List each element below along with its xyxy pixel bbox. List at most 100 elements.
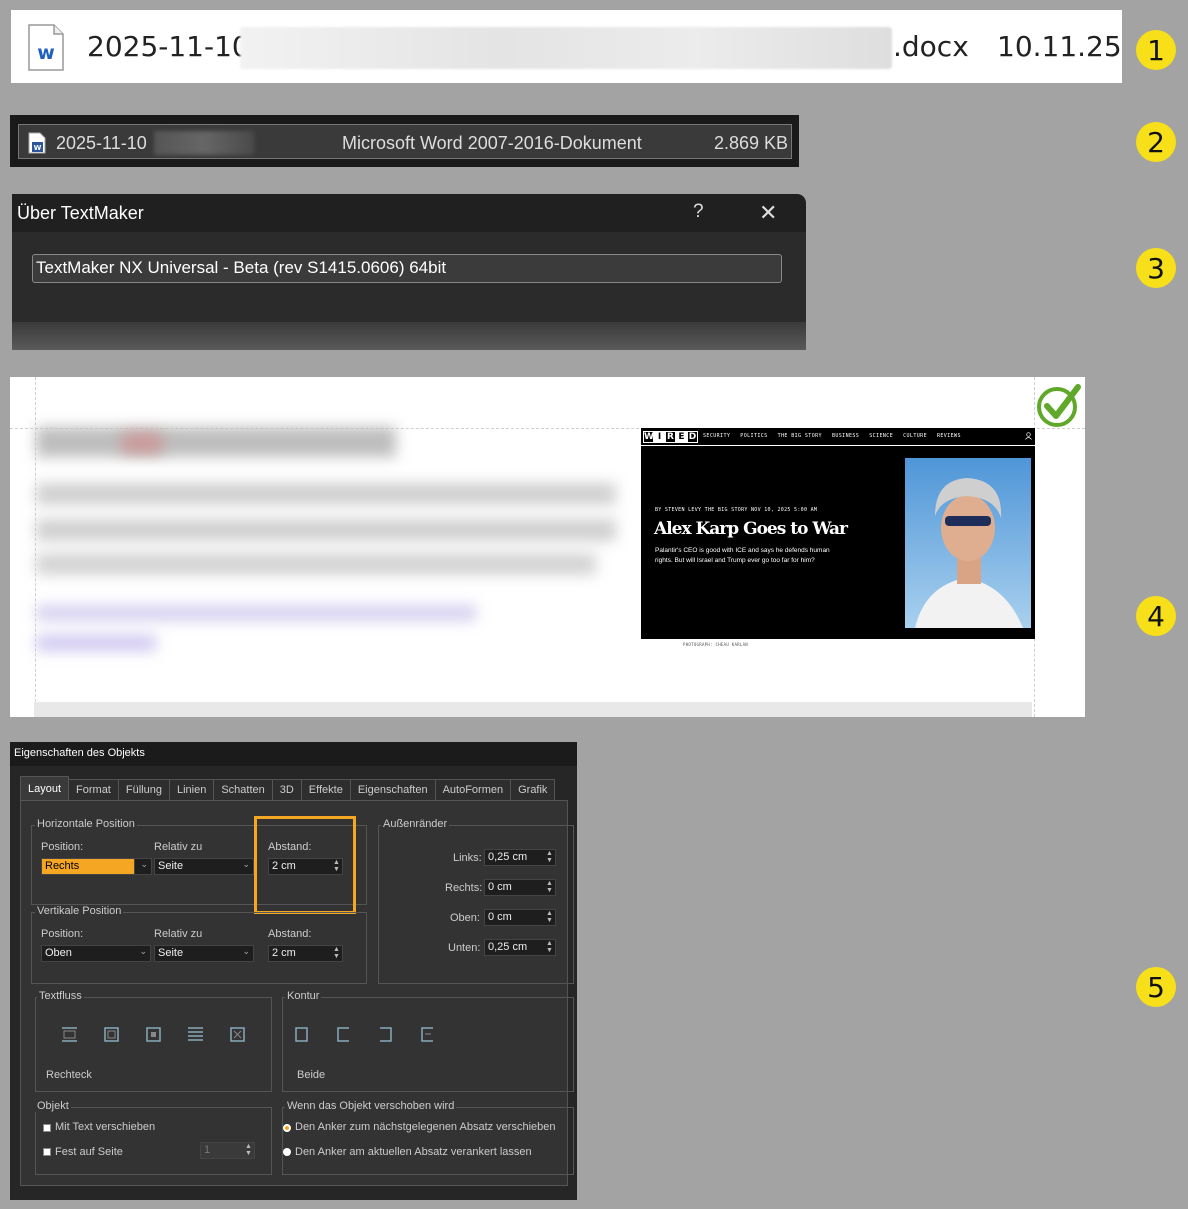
tab-eigenschaften[interactable]: Eigenschaften — [350, 779, 436, 801]
nav-item: BUSINESS — [831, 433, 860, 439]
document-page: WIRED SECURITY POLITICS THE BIG STORY BU… — [10, 377, 1085, 717]
checkmark-icon — [1037, 384, 1081, 427]
wrap-in-front-icon[interactable] — [229, 1026, 246, 1043]
spinner-value: 0 cm — [488, 881, 512, 893]
page-number-spinner[interactable]: 1 ▲ ▼ — [200, 1142, 255, 1159]
wrap-top-bottom-icon[interactable] — [61, 1026, 78, 1043]
tab-3d[interactable]: 3D — [272, 779, 302, 801]
file-name: 2025-11-10 — [56, 133, 147, 153]
badge-4: 4 — [1136, 596, 1176, 636]
nav-item: SCIENCE — [869, 433, 894, 439]
anchor-move-label: Den Anker zum nächstgelegenen Absatz ver… — [295, 1121, 556, 1133]
textflow-value: Rechteck — [46, 1069, 92, 1081]
explorer-file-row[interactable]: W 2025-11-10 Microsoft Word 2007-2016-Do… — [18, 124, 792, 159]
badge-1: 1 — [1136, 30, 1176, 70]
select-value: Seite — [158, 860, 184, 872]
nav-item: THE BIG STORY — [777, 433, 822, 439]
dialog-title: Eigenschaften des Objekts — [14, 747, 145, 759]
article-dek: Palantir's CEO is good with ICE and says… — [655, 547, 830, 564]
top-margin-spinner[interactable]: 0 cm ▲ ▼ — [484, 909, 556, 926]
relative-to-label: Relativ zu — [154, 928, 203, 940]
left-margin-spinner[interactable]: 0,25 cm ▲ ▼ — [484, 849, 556, 866]
spinner-arrows-icon[interactable]: ▲ ▼ — [545, 940, 554, 955]
tab-schatten[interactable]: Schatten — [214, 779, 273, 801]
word-doc-icon: w — [28, 24, 64, 71]
dialog-body: TextMaker NX Universal - Beta (rev S1415… — [12, 232, 806, 322]
wrap-behind-text-icon[interactable] — [187, 1026, 204, 1043]
badge-2: 2 — [1136, 122, 1176, 162]
anchor-keep-radio[interactable] — [283, 1148, 291, 1156]
select-value: Oben — [45, 947, 72, 959]
file-extension: .docx — [893, 30, 969, 63]
horizontal-relative-select[interactable]: Seite ⌄ — [154, 858, 254, 875]
chevron-down-icon: ⌄ — [139, 946, 147, 956]
photo-credit: PHOTOGRAPH: CHEAU KARLAN — [683, 642, 748, 647]
close-button[interactable]: ✕ — [759, 200, 777, 226]
vertical-relative-select[interactable]: Seite ⌄ — [154, 945, 254, 962]
wrap-tight-icon[interactable] — [145, 1026, 162, 1043]
chevron-down-icon: ⌄ — [242, 946, 250, 956]
version-field[interactable]: TextMaker NX Universal - Beta (rev S1415… — [32, 254, 782, 283]
tab-linien[interactable]: Linien — [169, 779, 215, 801]
tab-format[interactable]: Format — [69, 779, 119, 801]
anchor-keep-label: Den Anker am aktuellen Absatz verankert … — [295, 1146, 532, 1158]
blurred-text-block — [32, 423, 617, 671]
contour-right-icon[interactable] — [377, 1026, 394, 1043]
article-headline: Alex Karp Goes to War — [654, 519, 848, 539]
file-name-prefix: 2025-11-10 — [87, 30, 250, 63]
fix-on-page-checkbox[interactable] — [43, 1148, 51, 1156]
nav-item: REVIEWS — [936, 433, 961, 439]
file-date: 10.11.25 — [997, 30, 1122, 63]
word-file-icon: W — [28, 132, 46, 154]
help-button[interactable]: ? — [693, 201, 704, 223]
wired-nav: WIRED SECURITY POLITICS THE BIG STORY BU… — [641, 428, 1035, 446]
right-margin-spinner[interactable]: 0 cm ▲ ▼ — [484, 879, 556, 896]
move-with-text-checkbox[interactable] — [43, 1124, 51, 1132]
right-margin-label: Rechts: — [445, 882, 483, 894]
tab-effekte[interactable]: Effekte — [301, 779, 351, 801]
layout-tab-content: Horizontale Position Position: Rechts ⌄ … — [20, 800, 574, 1186]
tab-autoformen[interactable]: AutoFormen — [435, 779, 512, 801]
horizontal-position-dropdown-arrow[interactable]: ⌄ — [134, 858, 152, 875]
select-value: Seite — [158, 947, 184, 959]
spinner-arrows-icon[interactable]: ▲ ▼ — [332, 946, 341, 961]
spinner-value: 2 cm — [272, 947, 296, 959]
select-value: Rechts — [45, 860, 80, 872]
redacted-filename — [154, 131, 254, 155]
nav-item: SECURITY — [703, 433, 731, 439]
vertical-position-label: Vertikale Position — [35, 905, 124, 917]
contour-both-icon[interactable] — [293, 1026, 310, 1043]
file-type: Microsoft Word 2007-2016-Dokument — [342, 133, 642, 153]
tab-fuellung[interactable]: Füllung — [118, 779, 170, 801]
contour-left-icon[interactable] — [335, 1026, 352, 1043]
wrap-square-icon[interactable] — [103, 1026, 120, 1043]
tab-layout[interactable]: Layout — [20, 776, 70, 801]
left-margin-label: Links: — [453, 852, 482, 864]
object-properties-dialog: Eigenschaften des Objekts Layout Format … — [10, 742, 577, 1200]
spinner-value: 0,25 cm — [488, 851, 528, 863]
contour-largest-icon[interactable] — [419, 1026, 436, 1043]
spinner-value: 0,25 cm — [488, 941, 528, 953]
bottom-margin-spinner[interactable]: 0,25 cm ▲ ▼ — [484, 939, 556, 956]
explorer-row-panel: W 2025-11-10 Microsoft Word 2007-2016-Do… — [10, 115, 799, 167]
tab-grafik[interactable]: Grafik — [511, 779, 556, 801]
relative-to-label: Relativ zu — [154, 841, 203, 853]
spinner-arrows-icon[interactable]: ▲ ▼ — [244, 1143, 253, 1158]
file-list-entry-large[interactable]: w 2025-11-10 .docx 10.11.25 — [11, 10, 1122, 83]
anchor-move-radio[interactable] — [283, 1124, 291, 1132]
page-bottom-edge — [34, 702, 1032, 717]
vertical-distance-spinner[interactable]: 2 cm ▲ ▼ — [268, 945, 343, 962]
file-size: 2.869 KB — [714, 133, 789, 153]
spinner-arrows-icon[interactable]: ▲ ▼ — [545, 910, 554, 925]
move-with-text-label: Mit Text verschieben — [55, 1121, 156, 1133]
horizontal-position-select[interactable]: Rechts — [41, 858, 141, 875]
textflow-label: Textfluss — [37, 990, 84, 1002]
dialog-title: Über TextMaker — [17, 203, 144, 223]
spinner-value: 0 cm — [488, 911, 512, 923]
spinner-arrows-icon[interactable]: ▲ ▼ — [545, 850, 554, 865]
spinner-arrows-icon[interactable]: ▲ ▼ — [545, 880, 554, 895]
margins-label: Außenränder — [381, 818, 450, 830]
vertical-position-select[interactable]: Oben ⌄ — [41, 945, 151, 962]
wired-logo: WIRED — [643, 431, 698, 443]
svg-text:W: W — [34, 144, 42, 152]
